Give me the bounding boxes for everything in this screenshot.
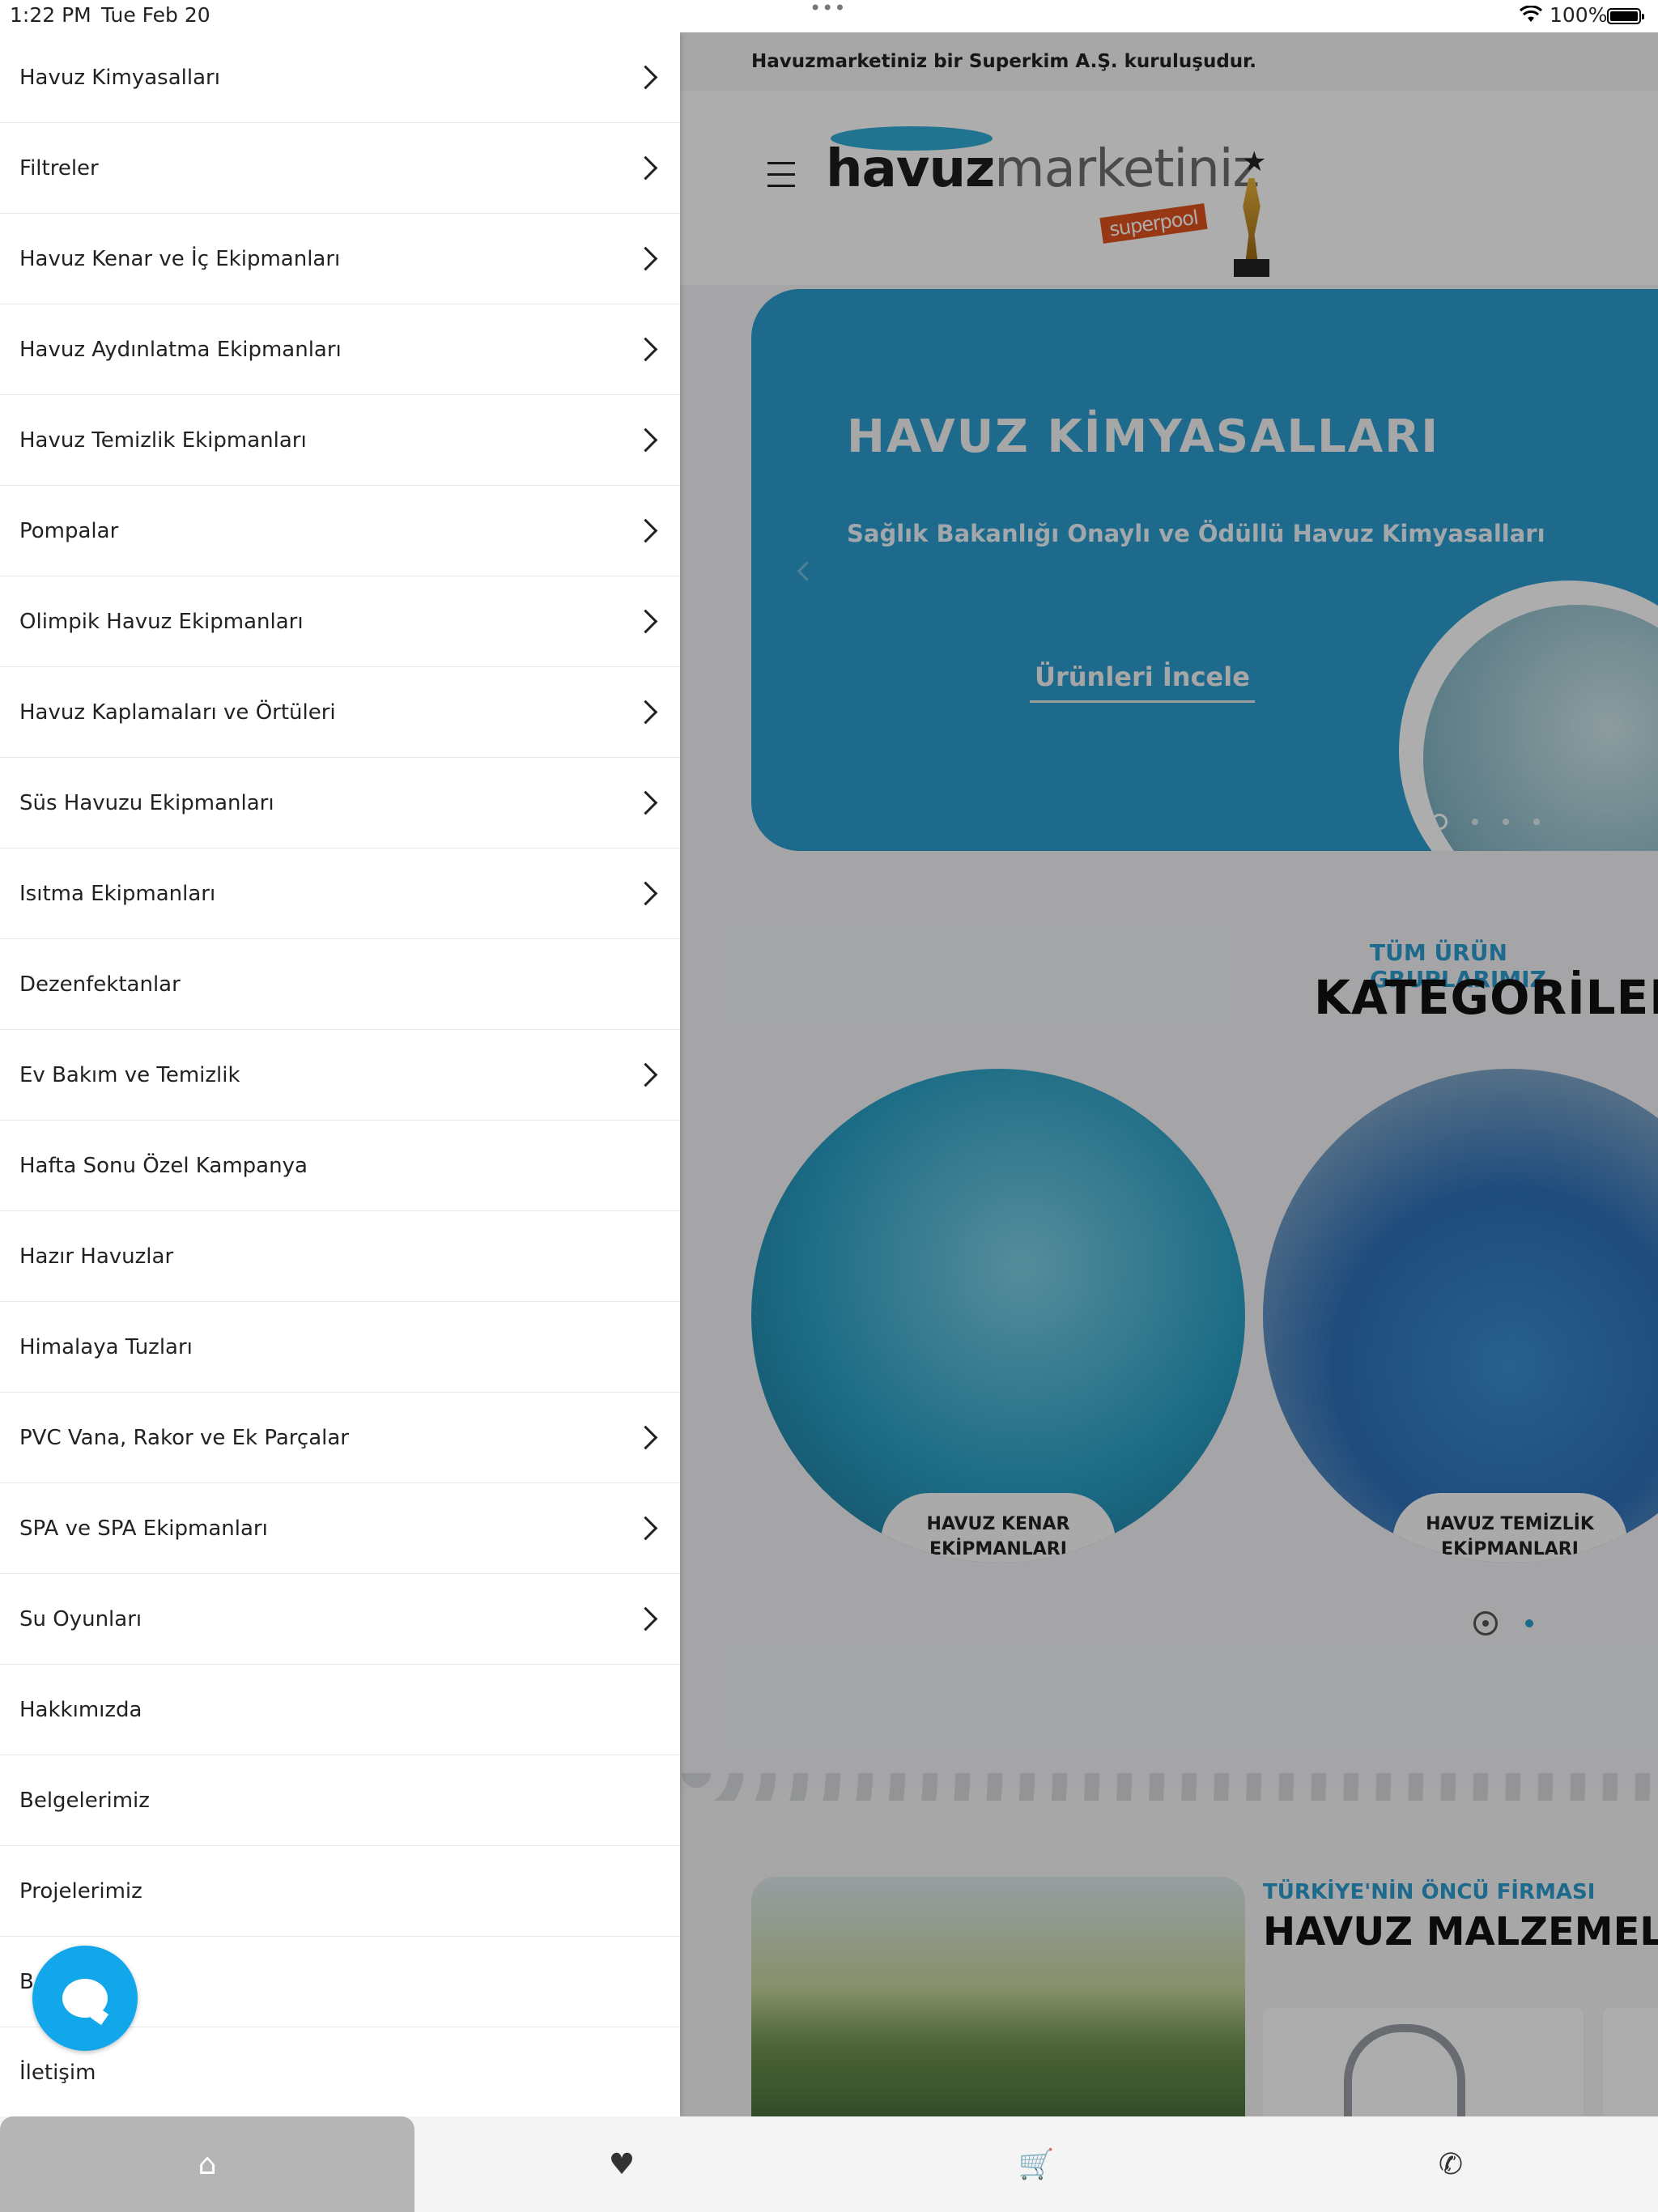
drawer-item[interactable]: Hakkımızda	[0, 1665, 680, 1755]
wifi-icon	[1519, 5, 1543, 28]
drawer-item[interactable]: Havuz Kaplamaları ve Örtüleri	[0, 667, 680, 758]
drawer-item[interactable]: Projelerimiz	[0, 1846, 680, 1937]
drawer-item[interactable]: Havuz Aydınlatma Ekipmanları	[0, 304, 680, 395]
drawer-item[interactable]: Pompalar	[0, 486, 680, 576]
tab-whatsapp[interactable]: ✆	[1244, 2116, 1658, 2212]
drawer-item-label: Belgelerimiz	[19, 1788, 150, 1813]
drawer-item[interactable]: Su Oyunları	[0, 1574, 680, 1665]
status-bar: 1:22 PM Tue Feb 20 ••• 100%	[0, 0, 1658, 32]
drawer-item[interactable]: Hafta Sonu Özel Kampanya	[0, 1121, 680, 1211]
chevron-right-icon	[633, 155, 658, 181]
drawer-item[interactable]: Süs Havuzu Ekipmanları	[0, 758, 680, 849]
drawer-item[interactable]: Ev Bakım ve Temizlik	[0, 1030, 680, 1121]
bottom-tab-bar: ⌂ ♥ 🛒 ✆	[0, 2116, 1658, 2212]
drawer-item-label: Su Oyunları	[19, 1606, 142, 1631]
drawer-item[interactable]: Havuz Kenar ve İç Ekipmanları	[0, 214, 680, 304]
tab-home[interactable]: ⌂	[0, 2116, 414, 2212]
battery-icon	[1607, 8, 1644, 24]
drawer-item-label: SPA ve SPA Ekipmanları	[19, 1516, 268, 1541]
chevron-right-icon	[633, 246, 658, 271]
drawer-item-label: Ev Bakım ve Temizlik	[19, 1062, 240, 1087]
drawer-item-label: Hakkımızda	[19, 1697, 142, 1722]
multitasking-dots-icon[interactable]: •••	[810, 0, 846, 19]
drawer-item[interactable]: PVC Vana, Rakor ve Ek Parçalar	[0, 1393, 680, 1483]
home-icon: ⌂	[198, 2147, 217, 2181]
drawer-item-label: Hazır Havuzlar	[19, 1244, 174, 1269]
drawer-item[interactable]: Belgelerimiz	[0, 1755, 680, 1846]
whatsapp-icon: ✆	[1438, 2147, 1464, 2181]
drawer-item[interactable]: SPA ve SPA Ekipmanları	[0, 1483, 680, 1574]
drawer-item-label: Projelerimiz	[19, 1878, 142, 1904]
battery-percent: 100%	[1550, 3, 1608, 27]
chevron-right-icon	[633, 65, 658, 90]
drawer-item-label: Süs Havuzu Ekipmanları	[19, 790, 274, 815]
drawer-item[interactable]: Havuz Temizlik Ekipmanları	[0, 395, 680, 486]
chevron-right-icon	[633, 790, 658, 815]
cart-icon: 🛒	[1018, 2148, 1055, 2181]
status-time: 1:22 PM	[10, 3, 91, 27]
drawer-item-label: Dezenfektanlar	[19, 972, 181, 997]
chat-button[interactable]	[32, 1946, 138, 2051]
chevron-right-icon	[633, 1062, 658, 1087]
drawer-item-label: Havuz Kaplamaları ve Örtüleri	[19, 700, 336, 725]
drawer-item[interactable]: Isıtma Ekipmanları	[0, 849, 680, 939]
drawer-item-label: İletişim	[19, 2060, 96, 2085]
chevron-right-icon	[633, 428, 658, 453]
chevron-right-icon	[633, 609, 658, 634]
drawer-item[interactable]: Dezenfektanlar	[0, 939, 680, 1030]
chevron-right-icon	[633, 518, 658, 543]
chat-bubble-icon	[62, 1979, 108, 2018]
drawer-item[interactable]: Olimpik Havuz Ekipmanları	[0, 576, 680, 667]
navigation-drawer: Havuz Kimyasalları Filtreler Havuz Kenar v…	[0, 32, 680, 2118]
drawer-item[interactable]: Havuz Kimyasalları	[0, 32, 680, 123]
drawer-item-label: Havuz Kenar ve İç Ekipmanları	[19, 246, 341, 271]
drawer-item-label: Isıtma Ekipmanları	[19, 881, 216, 906]
heart-icon: ♥	[608, 2147, 636, 2181]
drawer-scrim[interactable]	[680, 32, 1658, 2116]
tab-cart[interactable]: 🛒	[829, 2116, 1244, 2212]
chevron-right-icon	[633, 337, 658, 362]
status-date: Tue Feb 20	[101, 3, 210, 27]
drawer-item-label: Pompalar	[19, 518, 119, 543]
drawer-item-label: Himalaya Tuzları	[19, 1334, 193, 1359]
drawer-item[interactable]: Filtreler	[0, 123, 680, 214]
chevron-right-icon	[633, 1425, 658, 1450]
drawer-item-label: PVC Vana, Rakor ve Ek Parçalar	[19, 1425, 349, 1450]
drawer-item-label: Hafta Sonu Özel Kampanya	[19, 1153, 308, 1178]
chevron-right-icon	[633, 700, 658, 725]
chevron-right-icon	[633, 1516, 658, 1541]
chevron-right-icon	[633, 881, 658, 906]
tab-favorites[interactable]: ♥	[414, 2116, 829, 2212]
drawer-item-label: B	[19, 1969, 34, 1994]
drawer-item-label: Olimpik Havuz Ekipmanları	[19, 609, 304, 634]
drawer-item[interactable]: Himalaya Tuzları	[0, 1302, 680, 1393]
drawer-item-label: Havuz Aydınlatma Ekipmanları	[19, 337, 342, 362]
drawer-item-label: Havuz Temizlik Ekipmanları	[19, 428, 307, 453]
drawer-item-label: Havuz Kimyasalları	[19, 65, 220, 90]
drawer-item-label: Filtreler	[19, 155, 99, 181]
chevron-right-icon	[633, 1606, 658, 1631]
drawer-item[interactable]: Hazır Havuzlar	[0, 1211, 680, 1302]
page-content: Havuzmarketiniz bir Superkim A.Ş. kurulu…	[680, 32, 1658, 2116]
